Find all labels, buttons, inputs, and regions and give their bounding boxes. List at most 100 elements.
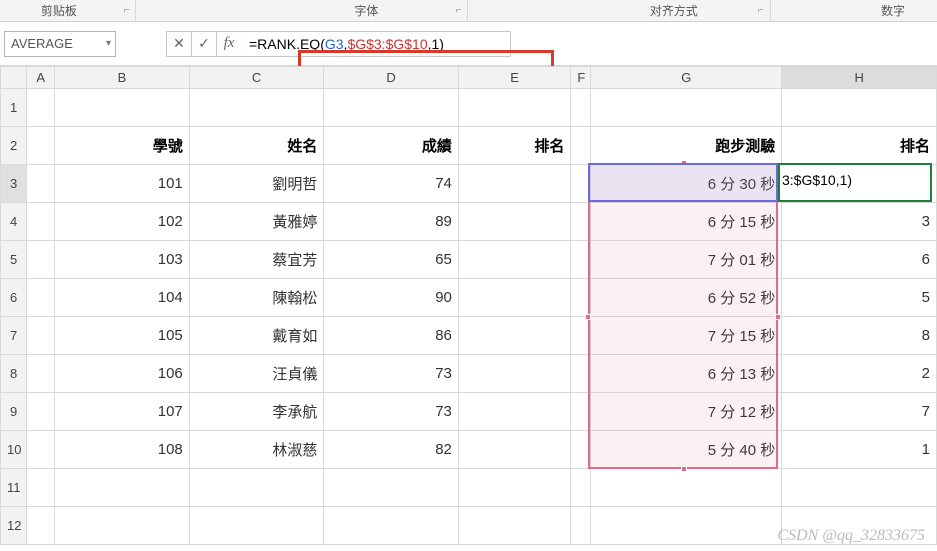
row-header[interactable]: 10 bbox=[1, 431, 27, 469]
cell-B1[interactable] bbox=[55, 89, 190, 127]
cell-H1[interactable] bbox=[782, 89, 937, 127]
cell-H12[interactable] bbox=[782, 507, 937, 545]
cell-C1[interactable] bbox=[189, 89, 324, 127]
cell-H3[interactable] bbox=[782, 165, 937, 203]
row-header[interactable]: 4 bbox=[1, 203, 27, 241]
cell-A7[interactable] bbox=[27, 317, 55, 355]
row-header[interactable]: 3 bbox=[1, 165, 27, 203]
cancel-formula-button[interactable]: ✕ bbox=[166, 31, 192, 57]
spreadsheet-grid[interactable]: A B C D E F G H 12學號姓名成績排名跑步測驗排名3101劉明哲7… bbox=[0, 66, 937, 545]
cell-D8[interactable]: 73 bbox=[324, 355, 459, 393]
row-header[interactable]: 8 bbox=[1, 355, 27, 393]
formula-input[interactable]: =RANK.EQ(G3,$G$3:$G$10,1) bbox=[241, 31, 511, 57]
dialog-launcher-icon[interactable]: ⌐ bbox=[450, 0, 468, 21]
cell-A3[interactable] bbox=[27, 165, 55, 203]
row-header[interactable]: 5 bbox=[1, 241, 27, 279]
cell-B4[interactable]: 102 bbox=[55, 203, 190, 241]
cell-G12[interactable] bbox=[591, 507, 782, 545]
cell-D6[interactable]: 90 bbox=[324, 279, 459, 317]
chevron-down-icon[interactable]: ▾ bbox=[106, 38, 111, 49]
row-header[interactable]: 9 bbox=[1, 393, 27, 431]
cell-A6[interactable] bbox=[27, 279, 55, 317]
cell-A2[interactable] bbox=[27, 127, 55, 165]
cell-E6[interactable] bbox=[458, 279, 570, 317]
cell-G2[interactable]: 跑步測驗 bbox=[591, 127, 782, 165]
cell-A4[interactable] bbox=[27, 203, 55, 241]
cell-F3[interactable] bbox=[571, 165, 591, 203]
cell-H4[interactable]: 3 bbox=[782, 203, 937, 241]
cell-C6[interactable]: 陳翰松 bbox=[189, 279, 324, 317]
cell-D11[interactable] bbox=[324, 469, 459, 507]
select-all-corner[interactable] bbox=[1, 67, 27, 89]
cell-A8[interactable] bbox=[27, 355, 55, 393]
dialog-launcher-icon[interactable]: ⌐ bbox=[752, 0, 770, 21]
cell-C9[interactable]: 李承航 bbox=[189, 393, 324, 431]
cell-E10[interactable] bbox=[458, 431, 570, 469]
cell-G5[interactable]: 7 分 01 秒 bbox=[591, 241, 782, 279]
cell-H11[interactable] bbox=[782, 469, 937, 507]
cell-D5[interactable]: 65 bbox=[324, 241, 459, 279]
cell-A5[interactable] bbox=[27, 241, 55, 279]
cell-F7[interactable] bbox=[571, 317, 591, 355]
range-handle-icon[interactable] bbox=[585, 314, 591, 320]
cell-E4[interactable] bbox=[458, 203, 570, 241]
cell-H5[interactable]: 6 bbox=[782, 241, 937, 279]
cell-F1[interactable] bbox=[571, 89, 591, 127]
row-header[interactable]: 11 bbox=[1, 469, 27, 507]
cell-E1[interactable] bbox=[458, 89, 570, 127]
cell-E9[interactable] bbox=[458, 393, 570, 431]
enter-formula-button[interactable]: ✓ bbox=[191, 31, 217, 57]
cell-D10[interactable]: 82 bbox=[324, 431, 459, 469]
cell-B9[interactable]: 107 bbox=[55, 393, 190, 431]
row-header[interactable]: 7 bbox=[1, 317, 27, 355]
cell-B5[interactable]: 103 bbox=[55, 241, 190, 279]
col-header-G[interactable]: G bbox=[591, 67, 782, 89]
cell-E3[interactable] bbox=[458, 165, 570, 203]
cell-B3[interactable]: 101 bbox=[55, 165, 190, 203]
range-handle-icon[interactable] bbox=[775, 314, 781, 320]
cell-C10[interactable]: 林淑慈 bbox=[189, 431, 324, 469]
cell-A10[interactable] bbox=[27, 431, 55, 469]
dialog-launcher-icon[interactable]: ⌐ bbox=[118, 0, 136, 21]
col-header-C[interactable]: C bbox=[189, 67, 324, 89]
col-header-D[interactable]: D bbox=[324, 67, 459, 89]
cell-C2[interactable]: 姓名 bbox=[189, 127, 324, 165]
cell-B6[interactable]: 104 bbox=[55, 279, 190, 317]
row-header[interactable]: 6 bbox=[1, 279, 27, 317]
cell-G6[interactable]: 6 分 52 秒 bbox=[591, 279, 782, 317]
cell-C5[interactable]: 蔡宜芳 bbox=[189, 241, 324, 279]
cell-A9[interactable] bbox=[27, 393, 55, 431]
cell-E12[interactable] bbox=[458, 507, 570, 545]
cell-F8[interactable] bbox=[571, 355, 591, 393]
cell-D3[interactable]: 74 bbox=[324, 165, 459, 203]
cell-D2[interactable]: 成績 bbox=[324, 127, 459, 165]
cell-F5[interactable] bbox=[571, 241, 591, 279]
cell-G3[interactable]: 6 分 30 秒 bbox=[591, 165, 782, 203]
cell-C7[interactable]: 戴育如 bbox=[189, 317, 324, 355]
range-handle-icon[interactable] bbox=[681, 160, 687, 166]
col-header-H[interactable]: H bbox=[782, 67, 937, 89]
cell-A12[interactable] bbox=[27, 507, 55, 545]
cell-G8[interactable]: 6 分 13 秒 bbox=[591, 355, 782, 393]
col-header-F[interactable]: F bbox=[571, 67, 591, 89]
cell-G1[interactable] bbox=[591, 89, 782, 127]
cell-H7[interactable]: 8 bbox=[782, 317, 937, 355]
cell-B2[interactable]: 學號 bbox=[55, 127, 190, 165]
row-header[interactable]: 2 bbox=[1, 127, 27, 165]
cell-H9[interactable]: 7 bbox=[782, 393, 937, 431]
cell-D12[interactable] bbox=[324, 507, 459, 545]
cell-F11[interactable] bbox=[571, 469, 591, 507]
cell-B10[interactable]: 108 bbox=[55, 431, 190, 469]
cell-G10[interactable]: 5 分 40 秒 bbox=[591, 431, 782, 469]
cell-E7[interactable] bbox=[458, 317, 570, 355]
cell-H8[interactable]: 2 bbox=[782, 355, 937, 393]
spreadsheet-area[interactable]: A B C D E F G H 12學號姓名成績排名跑步測驗排名3101劉明哲7… bbox=[0, 66, 937, 545]
cell-F4[interactable] bbox=[571, 203, 591, 241]
cell-G4[interactable]: 6 分 15 秒 bbox=[591, 203, 782, 241]
cell-C12[interactable] bbox=[189, 507, 324, 545]
cell-B8[interactable]: 106 bbox=[55, 355, 190, 393]
cell-B7[interactable]: 105 bbox=[55, 317, 190, 355]
cell-G7[interactable]: 7 分 15 秒 bbox=[591, 317, 782, 355]
row-header[interactable]: 12 bbox=[1, 507, 27, 545]
cell-G11[interactable] bbox=[591, 469, 782, 507]
